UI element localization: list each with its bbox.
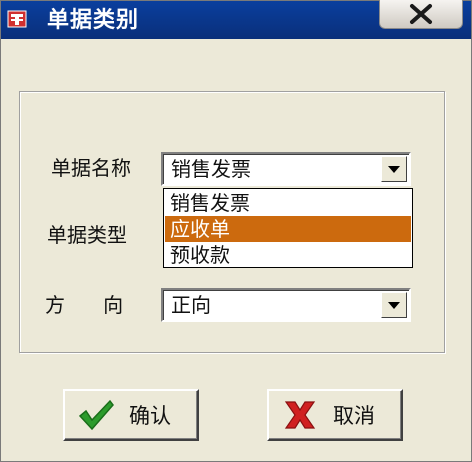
option-prepayment[interactable]: 预收款 (165, 242, 411, 268)
chevron-down-icon (388, 302, 400, 309)
option-sales-invoice[interactable]: 销售发票 (165, 190, 411, 216)
doc-name-dropdown-list[interactable]: 销售发票 应收单 预收款 (163, 188, 413, 268)
close-button[interactable] (379, 0, 463, 29)
app-icon (7, 10, 27, 28)
direction-value: 正向 (171, 293, 211, 317)
ok-button[interactable]: 确认 (63, 389, 199, 441)
direction-select[interactable]: 正向 (161, 288, 411, 322)
doc-name-value: 销售发票 (171, 157, 251, 181)
checkmark-icon (78, 399, 114, 431)
ok-label: 确认 (129, 404, 171, 428)
doc-name-select[interactable]: 销售发票 (161, 152, 411, 186)
doc-name-dropdown-button[interactable] (381, 156, 407, 182)
title-bar[interactable]: 单据类别 (1, 0, 471, 39)
chevron-down-icon (388, 166, 400, 173)
direction-dropdown-button[interactable] (381, 292, 407, 318)
cancel-button[interactable]: 取消 (267, 389, 403, 441)
doc-name-label: 单据名称 (51, 156, 131, 180)
close-icon (410, 3, 432, 24)
option-receivable[interactable]: 应收单 (165, 216, 411, 242)
dialog-window: 单据类别 单据名称 销售发票 单据类型 销售发票 应收单 预收款 方 向 正向 … (0, 0, 472, 462)
doc-type-label: 单据类型 (47, 223, 127, 247)
direction-label: 方 向 (45, 293, 124, 317)
x-icon (284, 401, 316, 429)
window-title: 单据类别 (47, 8, 140, 33)
cancel-label: 取消 (333, 404, 375, 428)
